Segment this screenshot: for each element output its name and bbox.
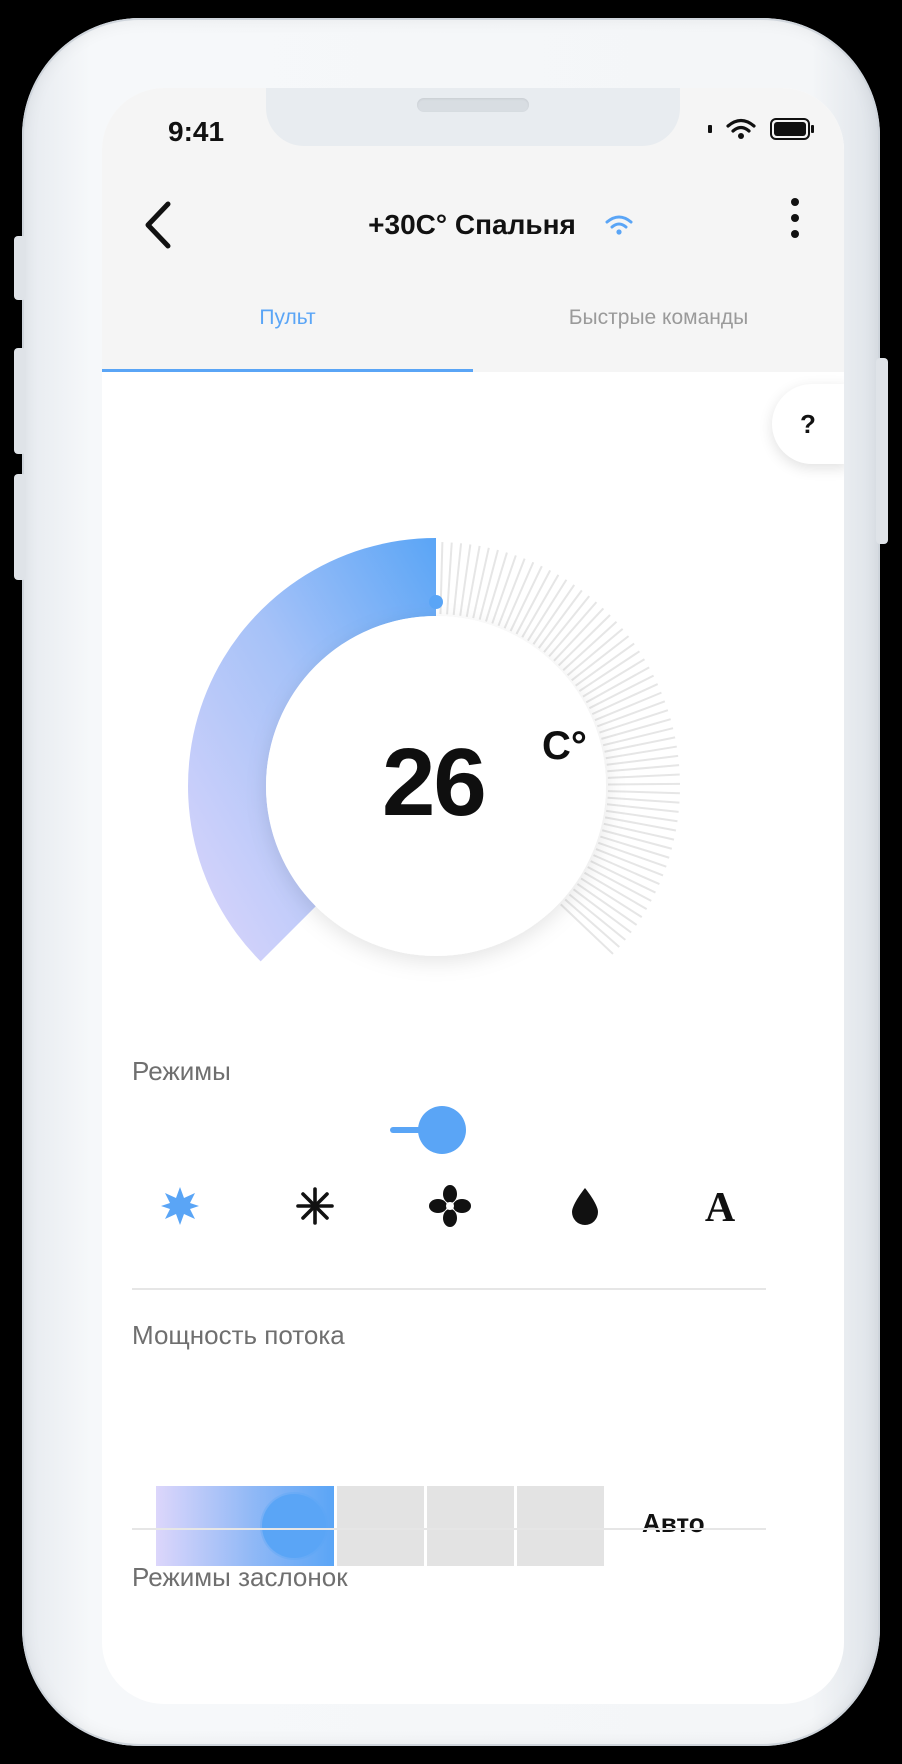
dial-tick [590,860,656,894]
tab-quick-commands[interactable]: Быстрые команды [473,288,844,372]
battery-icon [770,118,814,140]
mute-switch [14,236,26,300]
phone-frame: 9:41 +30C° Спальня Пульт Быстрые команды… [14,18,888,1746]
kebab-menu-icon[interactable] [788,198,802,250]
temperature-unit: C° [542,724,587,768]
dial-tick [515,569,552,635]
mode-dry[interactable] [537,1166,633,1246]
dial-tick [602,727,674,747]
mode-auto[interactable]: A [672,1166,768,1246]
notch [266,88,680,146]
flow-level-3[interactable] [427,1486,514,1566]
flow-power-slider[interactable] [156,1486,604,1566]
dial-tick [446,542,453,615]
dial-tick [587,866,652,902]
temperature-value: 26 [382,729,487,836]
help-button[interactable]: ? [772,384,844,464]
svg-text:A: A [705,1186,736,1226]
mode-fan[interactable] [402,1166,498,1246]
dial-tick [585,666,650,704]
dial-tick [607,790,680,795]
sun-icon [161,1187,199,1225]
dial-tick [607,764,680,773]
flow-slider-knob[interactable] [262,1494,326,1558]
temperature-dial[interactable]: 26 C° [102,468,844,1108]
tab-bar: Пульт Быстрые команды [102,288,844,372]
page-title: +30C° Спальня [368,209,576,240]
drop-icon [572,1188,598,1225]
divider [132,1528,766,1530]
snowflake-icon [296,1187,334,1225]
dial-tick [606,803,679,813]
volume-down-button [14,474,26,580]
flaps-label: Режимы заслонок [132,1562,348,1592]
dial-tick [607,782,680,786]
setpoint-marker[interactable] [429,595,443,609]
dial-tick [607,773,680,779]
tab-remote[interactable]: Пульт [102,288,473,372]
divider [132,1288,766,1290]
dial-tick [607,796,680,804]
auto-a-icon: A [705,1186,736,1226]
flow-level-2[interactable] [337,1486,424,1566]
dial-tick [472,547,490,619]
flow-level-4[interactable] [517,1486,604,1566]
mode-cool[interactable] [267,1166,363,1246]
header-title-row: +30C° Спальня [102,200,844,250]
flow-auto-button[interactable]: Авто [642,1508,705,1539]
dial-tick [588,674,655,710]
fan-icon [429,1185,471,1227]
wifi-icon [726,118,756,139]
dial-tick [452,543,463,616]
flow-level-1[interactable] [156,1486,334,1566]
speaker-grille [417,98,529,112]
signal-icon [708,125,712,133]
dial-tick [557,614,611,667]
status-icons [708,118,816,140]
status-time: 9:41 [168,116,225,147]
modes-label: Режимы [132,1056,231,1086]
modes-row: A [132,1166,768,1246]
screen: 9:41 +30C° Спальня Пульт Быстрые команды… [102,88,844,1704]
power-button [876,358,888,544]
power-toggle[interactable] [386,1100,476,1160]
mode-heat[interactable] [132,1166,228,1246]
flow-power-label: Мощность потока [132,1320,345,1350]
dial-tick [603,822,675,841]
volume-up-button [14,348,26,454]
wifi-icon [605,215,633,235]
dial-tick [509,565,543,632]
